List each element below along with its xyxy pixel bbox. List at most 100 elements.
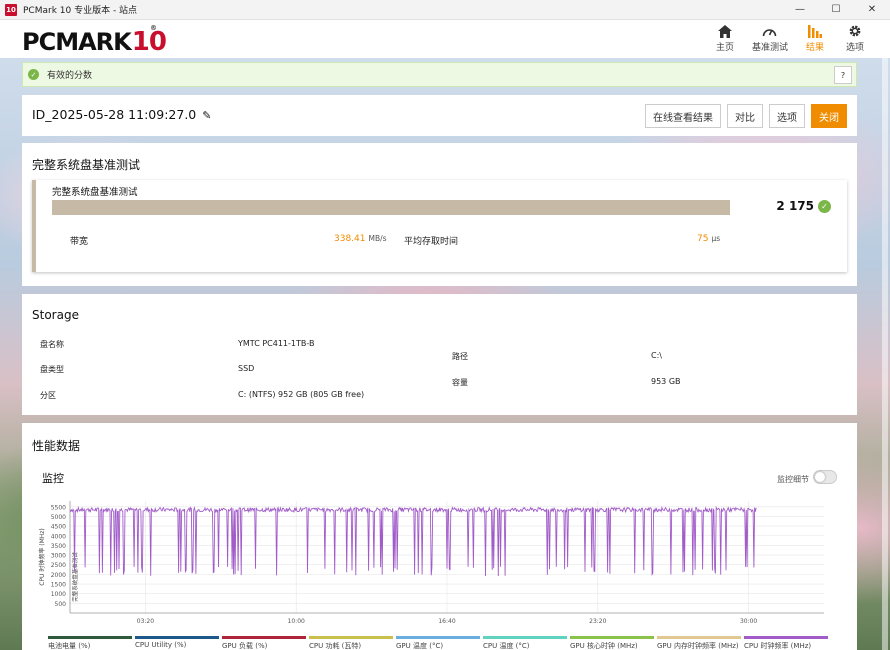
legend-item[interactable]: GPU 负载 (%) bbox=[222, 636, 306, 650]
close-window-button[interactable]: ✕ bbox=[854, 0, 890, 20]
drive-name-value: YMTC PC411-1TB-B bbox=[238, 339, 315, 348]
legend-item[interactable]: GPU 温度 (°C) bbox=[396, 636, 480, 650]
legend-item[interactable]: CPU Utility (%) bbox=[135, 636, 219, 650]
bandwidth-label: 带宽 bbox=[70, 237, 89, 247]
y-tick-label: 2000 bbox=[51, 572, 66, 579]
performance-panel: 性能数据 监控 监控细节 500 1000 1500 2000 2500 3000 3500… bbox=[22, 423, 857, 650]
legend-item[interactable]: CPU 时钟频率 (MHz) bbox=[744, 636, 828, 650]
storage-panel: Storage 盘名称 YMTC PC411-1TB-B 盘类型 SSD 分区 … bbox=[22, 294, 857, 415]
bandwidth-unit: MB/s bbox=[368, 234, 387, 243]
scrollbar[interactable] bbox=[882, 58, 888, 650]
partition-value: C: (NTFS) 952 GB (805 GB free) bbox=[238, 390, 365, 399]
benchmark-section-title: 完整系统盘基准测试 bbox=[32, 158, 141, 172]
nav-results-label: 结果 bbox=[805, 43, 824, 53]
score-check-icon: ✓ bbox=[818, 199, 831, 213]
x-tick-label: 03:20 bbox=[137, 618, 154, 625]
nav-home-label: 主页 bbox=[715, 43, 734, 53]
score-bar bbox=[52, 200, 730, 215]
chart-legend: 电池电量 (%) CPU Utility (%) GPU 负载 (%) CPU 功耗 … bbox=[48, 636, 828, 650]
nav-benchmarks[interactable]: 基准测试 bbox=[752, 22, 788, 53]
benchmark-card-title: 完整系统盘基准测试 bbox=[52, 187, 138, 198]
minimize-button[interactable]: — bbox=[782, 0, 818, 20]
gear-icon bbox=[848, 22, 862, 40]
result-id-panel: ID_2025-05-28 11:09:27.0 ✎ 在线查看结果 对比 选项 关… bbox=[22, 95, 857, 136]
maximize-button[interactable]: ☐ bbox=[818, 0, 854, 20]
pencil-icon[interactable]: ✎ bbox=[202, 109, 211, 122]
bandwidth-value: 338.41 MB/s bbox=[334, 234, 387, 244]
y-axis-label: CPU 时钟频率 (MHz) bbox=[38, 528, 46, 586]
monitor-title: 监控 bbox=[42, 472, 64, 485]
y-tick-label: 500 bbox=[55, 601, 67, 608]
bar-chart-icon bbox=[808, 22, 822, 40]
y-tick-label: 5000 bbox=[51, 514, 66, 521]
latency-unit: μs bbox=[711, 234, 721, 243]
drive-type-label: 盘类型 bbox=[40, 365, 64, 374]
partition-label: 分区 bbox=[40, 391, 56, 400]
nav-options-label: 选项 bbox=[845, 43, 864, 53]
main-nav: 主页 基准测试 结果 选项 bbox=[712, 22, 868, 53]
performance-title: 性能数据 bbox=[32, 439, 81, 453]
close-button[interactable]: 关闭 bbox=[811, 104, 847, 128]
benchmark-card: 完整系统盘基准测试 2 175 ✓ 带宽 338.41 MB/s 平均存取时间 7… bbox=[32, 180, 847, 272]
drive-type-value: SSD bbox=[238, 364, 255, 373]
compare-button[interactable]: 对比 bbox=[727, 104, 763, 128]
y-tick-label: 5500 bbox=[51, 504, 66, 511]
logo-number: 10 bbox=[131, 27, 167, 57]
y-tick-label: 1500 bbox=[51, 582, 66, 589]
nav-benchmarks-label: 基准测试 bbox=[751, 43, 788, 53]
path-label: 路径 bbox=[452, 352, 468, 361]
benchmark-panel: 完整系统盘基准测试 完整系统盘基准测试 2 175 ✓ 带宽 338.41 MB/… bbox=[22, 143, 857, 286]
x-tick-label: 23:20 bbox=[589, 618, 606, 625]
benchmark-score: 2 175 ✓ bbox=[776, 199, 831, 213]
toggle-knob bbox=[815, 472, 825, 482]
legend-item[interactable]: 电池电量 (%) bbox=[48, 636, 132, 650]
y-tick-label: 4500 bbox=[51, 524, 66, 531]
latency-number: 75 bbox=[697, 234, 709, 244]
y-tick-label: 1000 bbox=[51, 591, 66, 598]
y-tick-label: 3000 bbox=[51, 553, 66, 560]
monitor-details-label: 监控细节 bbox=[777, 475, 809, 484]
home-icon bbox=[717, 22, 732, 40]
cpu-clock-chart: 500 1000 1500 2000 2500 3000 3500 4000 4500 5000 5… bbox=[38, 501, 824, 625]
legend-item[interactable]: CPU 温度 (°C) bbox=[483, 636, 567, 650]
capacity-value: 953 GB bbox=[651, 377, 681, 386]
y-tick-label: 4000 bbox=[51, 533, 66, 540]
y-tick-label: 2500 bbox=[51, 562, 66, 569]
logo-registered: ® bbox=[149, 24, 157, 32]
y-tick-label: 3500 bbox=[51, 543, 66, 550]
x-tick-label: 10:00 bbox=[288, 618, 305, 625]
pcmark-logo: PCMARK 10 ® bbox=[22, 24, 167, 56]
app-icon: 10 bbox=[5, 3, 17, 16]
latency-value: 75 μs bbox=[697, 234, 720, 244]
legend-item[interactable]: GPU 内存时钟频率 (MHz) bbox=[657, 636, 741, 650]
score-value: 2 175 bbox=[776, 199, 814, 213]
valid-score-banner: ✓ 有效的分数 ? bbox=[22, 62, 857, 87]
banner-text: 有效的分数 bbox=[47, 71, 93, 81]
series-line-cpu-clock bbox=[69, 505, 757, 577]
result-id-text: ID_2025-05-28 11:09:27.0 bbox=[32, 107, 197, 122]
legend-item[interactable]: CPU 功耗 (瓦特) bbox=[309, 636, 393, 650]
x-tick-label: 30:00 bbox=[740, 618, 757, 625]
title-bar: 10 PCMark 10 专业版本 - 站点 — ☐ ✕ bbox=[0, 0, 890, 20]
window-title: PCMark 10 专业版本 - 站点 bbox=[23, 6, 138, 16]
storage-title: Storage bbox=[32, 308, 79, 322]
options-button[interactable]: 选项 bbox=[769, 104, 805, 128]
drive-name-label: 盘名称 bbox=[40, 340, 64, 349]
nav-options[interactable]: 选项 bbox=[842, 22, 868, 53]
result-id: ID_2025-05-28 11:09:27.0 ✎ bbox=[32, 107, 211, 122]
bandwidth-number: 338.41 bbox=[334, 234, 366, 244]
latency-label: 平均存取时间 bbox=[404, 237, 459, 247]
check-icon: ✓ bbox=[28, 69, 39, 80]
help-button[interactable]: ? bbox=[834, 66, 852, 84]
gauge-icon bbox=[762, 22, 777, 40]
path-value: C:\ bbox=[651, 351, 662, 360]
nav-home[interactable]: 主页 bbox=[712, 22, 738, 53]
logo-text: PCMARK bbox=[22, 28, 132, 56]
capacity-label: 容量 bbox=[452, 378, 468, 387]
legend-item[interactable]: GPU 核心时钟 (MHz) bbox=[570, 636, 654, 650]
x-tick-label: 16:40 bbox=[438, 618, 455, 625]
app-header: PCMARK 10 ® 主页 基准测试 结果 选项 bbox=[0, 20, 890, 58]
nav-results[interactable]: 结果 bbox=[802, 22, 828, 53]
view-online-button[interactable]: 在线查看结果 bbox=[645, 104, 721, 128]
monitor-details-toggle[interactable] bbox=[813, 470, 837, 484]
